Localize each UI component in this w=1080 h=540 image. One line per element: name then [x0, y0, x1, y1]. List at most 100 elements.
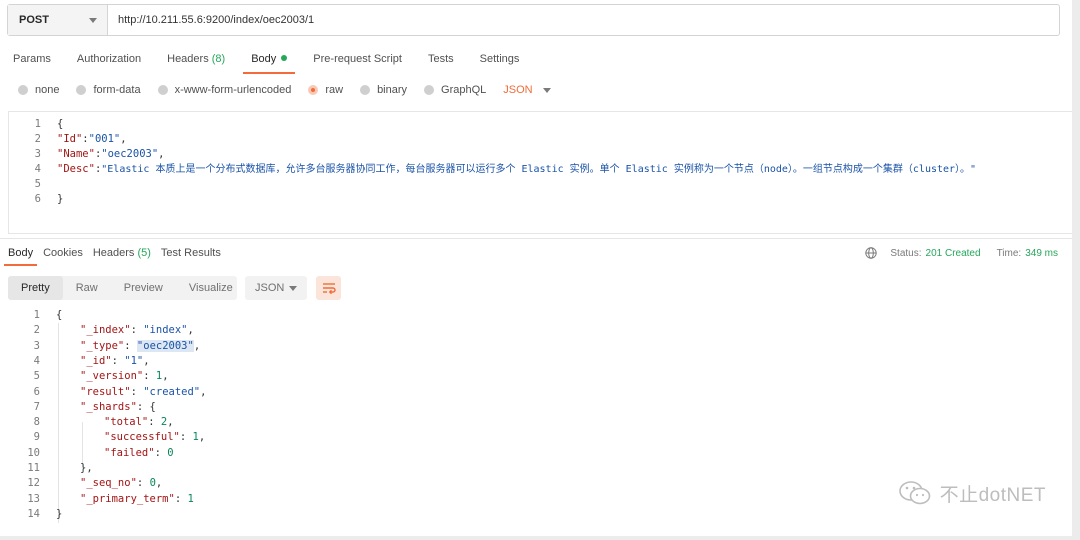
line-number: 10 — [27, 446, 40, 459]
tab-label: Cookies — [43, 247, 83, 259]
url-input[interactable]: http://10.211.55.6:9200/index/oec2003/1 — [108, 5, 1059, 35]
response-status: Status: 201 Created Time: 349 ms — [865, 245, 1058, 261]
radio-label: form-data — [93, 84, 141, 96]
radio-selected-icon — [308, 85, 319, 95]
body-format-select[interactable]: JSON — [503, 84, 551, 96]
view-pretty-button[interactable]: Pretty — [8, 276, 63, 300]
json-key: "Name" — [57, 148, 95, 160]
line-number: 3 — [33, 339, 40, 352]
json-string: "001" — [88, 133, 121, 145]
line-number: 2 — [33, 324, 40, 337]
json-key: "_shards" — [80, 400, 137, 413]
watermark-text: 不止dotNET — [939, 484, 1046, 506]
tab-body[interactable]: Body — [243, 46, 296, 74]
line-number: 4 — [33, 354, 40, 367]
wrap-lines-button[interactable] — [316, 276, 341, 300]
tab-tests[interactable]: Tests — [428, 46, 454, 72]
json-number: 0 — [167, 446, 174, 459]
json-string: "oec2003" — [101, 148, 159, 160]
code-text: "failed": 0 — [104, 446, 174, 459]
wrap-icon — [322, 283, 336, 294]
json-key: "_index" — [80, 324, 131, 337]
tab-response-headers[interactable]: Headers (5) — [93, 242, 151, 264]
view-mode-group: Pretty Raw Preview Visualize — [8, 276, 237, 300]
tab-response-body[interactable]: Body — [3, 242, 38, 266]
json-string: "1" — [124, 354, 144, 367]
view-raw-button[interactable]: Raw — [63, 276, 111, 300]
line-number: 3 — [34, 148, 41, 160]
view-preview-button[interactable]: Preview — [111, 276, 176, 300]
json-number: 1 — [155, 370, 163, 383]
line-number: 13 — [27, 492, 40, 505]
response-format-select[interactable]: JSON — [245, 276, 307, 300]
status-value[interactable]: 201 Created — [926, 248, 981, 259]
response-tabs: Body Cookies Headers (5) Test Results — [0, 242, 221, 266]
json-number: 0 — [149, 477, 156, 490]
json-key: "_primary_term" — [80, 492, 175, 505]
line-number: 9 — [33, 431, 40, 444]
radio-x-www-form-urlencoded[interactable]: x-www-form-urlencoded — [157, 84, 291, 96]
tab-settings[interactable]: Settings — [480, 46, 520, 72]
tab-label: Params — [13, 53, 51, 65]
method-select[interactable]: POST — [8, 5, 108, 35]
code-text: "_seq_no": 0, — [80, 477, 163, 490]
format-label: JSON — [503, 84, 533, 96]
indent-guide — [58, 323, 59, 523]
radio-circle-icon — [18, 85, 28, 95]
watermark: 不止dotNET — [898, 478, 1046, 508]
json-number: 1 — [187, 492, 194, 505]
code-text: }, — [80, 462, 93, 474]
tab-label: Authorization — [76, 53, 142, 65]
json-number: 1 — [192, 431, 199, 444]
radio-raw[interactable]: raw — [308, 84, 343, 96]
request-body-editor[interactable]: 1 { 2 "Id":"001", 3 "Name":"oec2003", 4 "Des… — [8, 111, 1072, 234]
tab-params[interactable]: Params — [13, 46, 51, 72]
line-number: 1 — [33, 309, 40, 321]
json-string: "oec2003" — [136, 339, 194, 352]
json-string: "Elastic 本质上是一个分布式数据库，允许多台服务器协同工作，每台服务器可… — [101, 164, 977, 175]
code-text: "_index": "index", — [80, 324, 194, 337]
globe-icon[interactable] — [865, 247, 878, 259]
tab-label: Headers — [167, 53, 209, 65]
json-key: "result" — [80, 385, 131, 398]
chevron-down-icon — [289, 285, 297, 291]
json-string: "created" — [143, 385, 201, 398]
code-text: "Name":"oec2003", — [57, 148, 165, 160]
line-number: 2 — [34, 133, 41, 145]
code-text: "_type": "oec2003", — [80, 339, 201, 352]
radio-label: GraphQL — [441, 84, 487, 96]
status-dot-icon — [281, 55, 288, 61]
line-number: 5 — [34, 178, 41, 190]
radio-binary[interactable]: binary — [360, 84, 407, 96]
line-number: 5 — [33, 370, 40, 383]
tab-test-results[interactable]: Test Results — [161, 242, 221, 264]
wechat-icon — [898, 481, 930, 505]
request-bar: POST http://10.211.55.6:9200/index/oec20… — [7, 4, 1060, 36]
request-tabs: Params Authorization Headers (8) Body Pr… — [0, 46, 1080, 74]
code-text: "result": "created", — [80, 385, 207, 398]
body-type-group: none form-data x-www-form-urlencoded raw… — [0, 80, 551, 100]
radio-circle-icon — [157, 85, 168, 95]
code-text: "total": 2, — [104, 416, 174, 429]
json-key: "failed" — [104, 446, 155, 459]
window-edge — [1072, 0, 1080, 540]
view-visualize-button[interactable]: Visualize — [176, 276, 246, 300]
time-label: Time: — [996, 247, 1022, 259]
radio-form-data[interactable]: form-data — [76, 84, 141, 96]
line-number: 4 — [34, 163, 41, 175]
radio-none[interactable]: none — [18, 84, 59, 96]
radio-circle-icon — [360, 85, 371, 95]
tab-cookies[interactable]: Cookies — [43, 242, 83, 264]
tab-authorization[interactable]: Authorization — [77, 46, 141, 72]
tab-pre-request-script[interactable]: Pre-request Script — [313, 46, 402, 72]
json-number: 2 — [160, 416, 168, 429]
radio-label: none — [35, 84, 60, 96]
divider — [0, 238, 1072, 239]
line-number: 1 — [34, 118, 41, 130]
time-value[interactable]: 349 ms — [1025, 248, 1058, 259]
code-text: "_shards": { — [80, 400, 156, 413]
window-edge — [0, 536, 1080, 540]
code-text: "Id":"001", — [57, 133, 127, 145]
radio-graphql[interactable]: GraphQL — [424, 84, 486, 96]
tab-headers[interactable]: Headers (8) — [167, 46, 225, 72]
